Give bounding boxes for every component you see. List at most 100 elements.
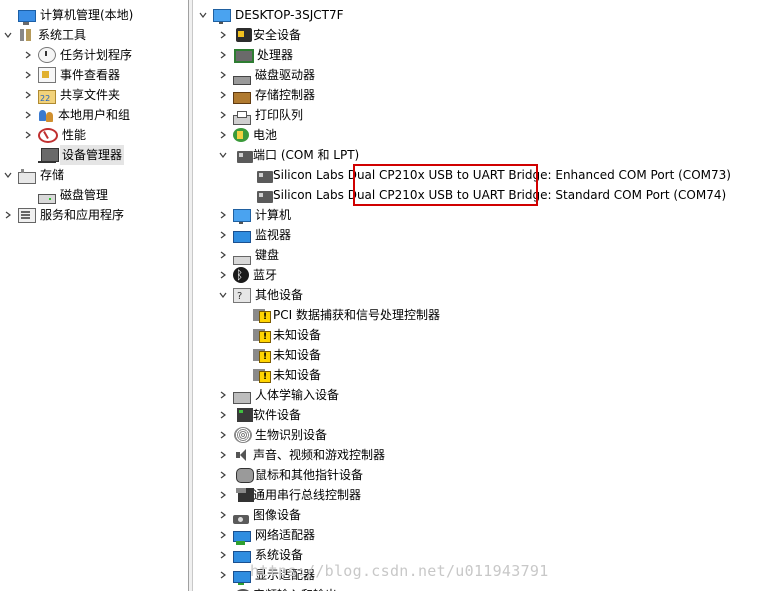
expand-chevron-icon[interactable] [2,205,14,225]
tree-item-label: 蓝牙 [253,268,278,282]
tree-item-task-scheduler[interactable]: 任务计划程序 [22,45,132,65]
expand-chevron-icon[interactable] [217,25,229,45]
expand-chevron-icon[interactable] [217,465,229,485]
computer-icon [233,208,251,224]
tree-item-local-users[interactable]: 本地用户和组 [22,105,130,125]
device-node-4[interactable]: 打印队列 [217,105,303,125]
device-node-18[interactable]: 人体学输入设备 [217,385,339,405]
device-node-0[interactable]: 安全设备 [217,25,301,45]
tree-item-label: 安全设备 [253,28,302,42]
tree-item-label: Silicon Labs Dual CP210x USB to UART Bri… [273,168,731,182]
tree-item-label: 设备管理器 [60,145,125,165]
tree-item-label: 人体学输入设备 [255,388,340,402]
device-node-12[interactable]: 蓝牙 [217,265,277,285]
tree-item-label: 处理器 [257,48,294,62]
expand-chevron-icon[interactable] [217,245,229,265]
device-tree-pane[interactable]: DESKTOP-3SJCT7F 安全设备处理器磁盘驱动器 存储控制器 打印队列 电池 端口… [193,0,772,591]
device-node-9[interactable]: 计算机 [217,205,291,225]
expand-chevron-icon[interactable] [217,65,229,85]
expand-chevron-icon[interactable] [22,65,34,85]
device-node-19[interactable]: 软件设备 [217,405,301,425]
tree-item-device-manager[interactable]: 设备管理器 [22,145,125,165]
tree-item-services-apps[interactable]: 服务和应用程序 [2,205,124,225]
tree-item-shared-folders[interactable]: 共享文件夹 [22,85,120,109]
expand-chevron-icon[interactable] [217,45,229,65]
tree-item-event-viewer[interactable]: 事件查看器 [22,65,120,85]
expand-chevron-icon[interactable] [22,125,34,145]
device-node-23[interactable]: 通用串行总线控制器 [217,485,361,505]
device-node-7[interactable]: Silicon Labs Dual CP210x USB to UART Bri… [237,165,731,185]
expand-chevron-icon[interactable] [217,505,229,525]
tree-item-label: 音频输入和输出 [253,585,337,591]
expand-chevron-icon[interactable] [22,45,34,65]
device-node-20[interactable]: 生物识别设备 [217,425,327,445]
tree-item-label: 系统工具 [38,28,87,42]
tree-item-performance[interactable]: 性能 [22,125,86,145]
collapse-chevron-icon[interactable] [197,5,209,25]
device-node-25[interactable]: 网络适配器 [217,525,315,545]
tree-item-label: 磁盘管理 [60,188,109,202]
device-node-1[interactable]: 处理器 [217,45,293,65]
monitor-icon [233,231,251,243]
expand-chevron-icon[interactable] [217,105,229,125]
shared-folders-icon [38,89,56,109]
task-scheduler-icon [38,47,56,63]
expand-chevron-icon[interactable] [217,205,229,225]
disk-drive-icon [233,75,251,85]
navigation-tree-pane[interactable]: 计算机管理(本地) 系统工具任务计划程序事件查看器共享文件夹本地用户和组性能设备管… [0,0,189,591]
tree-item-label: 计算机管理(本地) [40,8,134,22]
expand-chevron-icon[interactable] [217,405,229,425]
tree-item-storage[interactable]: 存储 [2,165,64,185]
collapse-chevron-icon[interactable] [217,285,229,305]
device-tree-root[interactable]: DESKTOP-3SJCT7F [197,5,344,25]
expand-chevron-icon[interactable] [217,125,229,145]
tree-item-label: 通用串行总线控制器 [253,488,362,502]
collapse-chevron-icon[interactable] [2,25,14,45]
device-node-22[interactable]: 鼠标和其他指针设备 [217,465,363,485]
expand-chevron-icon[interactable] [22,85,34,105]
device-node-14[interactable]: PCI 数据捕获和信号处理控制器 [237,305,440,325]
disk-management-icon [38,194,56,204]
storage-icon [18,169,36,184]
tree-item-system-tools[interactable]: 系统工具 [2,25,86,45]
expand-chevron-icon[interactable] [217,545,229,565]
tree-item-label: 声音、视频和游戏控制器 [253,448,386,462]
device-node-6[interactable]: 端口 (COM 和 LPT) [217,145,359,165]
tree-item-label: 其他设备 [255,288,304,302]
device-node-17[interactable]: 未知设备 [237,365,321,385]
device-node-10[interactable]: 监视器 [217,225,291,245]
expand-chevron-icon[interactable] [217,425,229,445]
device-node-24[interactable]: 图像设备 [217,505,301,525]
device-node-5[interactable]: 电池 [217,125,277,145]
expand-chevron-icon[interactable] [217,445,229,465]
tree-item-disk-management[interactable]: 磁盘管理 [22,185,108,205]
device-node-28[interactable]: 音频输入和输出 [217,585,337,591]
device-node-3[interactable]: 存储控制器 [217,85,315,105]
device-node-8[interactable]: Silicon Labs Dual CP210x USB to UART Bri… [237,185,726,205]
device-node-11[interactable]: 键盘 [217,245,279,265]
expand-chevron-icon[interactable] [217,485,229,505]
expand-chevron-icon[interactable] [217,525,229,545]
expand-chevron-icon[interactable] [217,265,229,285]
device-node-15[interactable]: 未知设备 [237,325,321,345]
expand-chevron-icon[interactable] [22,105,34,125]
collapse-chevron-icon[interactable] [2,165,14,185]
device-node-21[interactable]: 声音、视频和游戏控制器 [217,445,385,465]
expand-chevron-icon[interactable] [217,385,229,405]
tree-item-label: 网络适配器 [255,528,316,542]
device-node-2[interactable]: 磁盘驱动器 [217,65,315,85]
tree-item-label: 未知设备 [273,368,322,382]
expand-chevron-icon[interactable] [217,225,229,245]
device-node-13[interactable]: 其他设备 [217,285,304,307]
warning-device-icon [253,307,271,323]
device-node-16[interactable]: 未知设备 [237,345,321,365]
expand-chevron-icon[interactable] [217,85,229,105]
collapse-chevron-icon[interactable] [217,145,229,165]
expand-chevron-icon[interactable] [217,585,229,591]
system-device-icon [233,551,251,563]
tree-item-computer-management[interactable]: 计算机管理(本地) [2,5,133,25]
expand-chevron-icon[interactable] [217,565,229,585]
